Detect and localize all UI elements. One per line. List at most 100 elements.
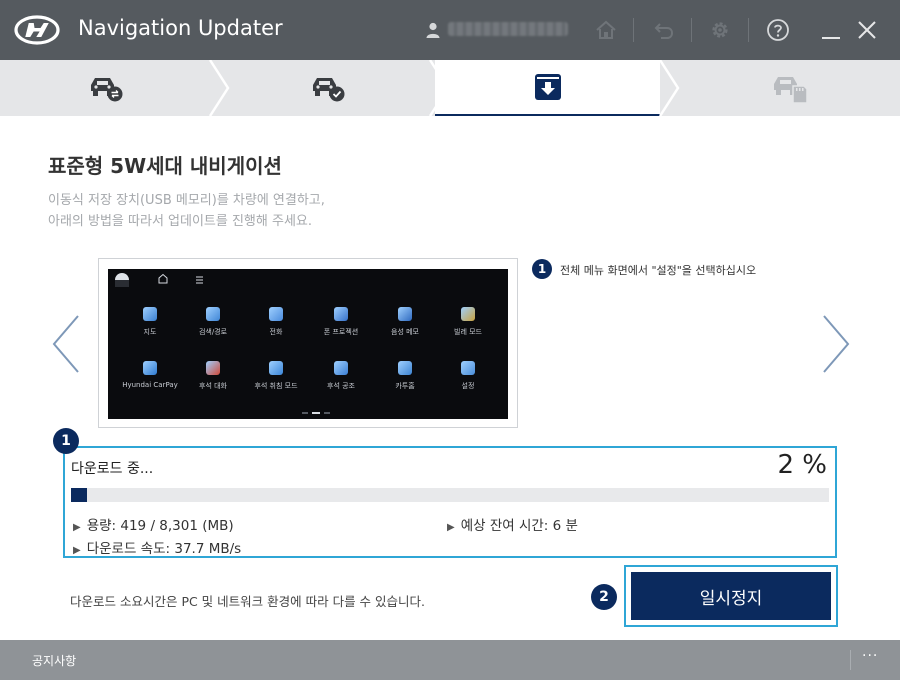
title-separator bbox=[748, 18, 749, 42]
progress-step-badge: 1 bbox=[53, 428, 79, 454]
help-icon bbox=[767, 19, 789, 41]
step-divider bbox=[658, 60, 680, 116]
minimize-button[interactable] bbox=[815, 14, 847, 46]
home-icon bbox=[596, 20, 616, 39]
settings-button[interactable] bbox=[704, 14, 736, 46]
description-line-2: 아래의 방법을 따라서 업데이트를 진행해 주세요. bbox=[48, 214, 312, 229]
download-remaining-text: 예상 잔여 시간: 6 분 bbox=[460, 518, 578, 534]
car-sync-icon bbox=[91, 78, 123, 102]
head-unit-screen: 지도 검색/경로 전화 폰 프로젝션 음성 메모 빌레 모드 Hyundai CarPay 후… bbox=[108, 269, 508, 419]
guide-step-caption: 전체 메뉴 화면에서 "설정"을 선택하십시오 bbox=[560, 264, 757, 277]
head-unit-app: Hyundai CarPay bbox=[114, 361, 186, 389]
undo-icon bbox=[654, 23, 674, 39]
app-icon bbox=[143, 361, 157, 375]
footer-bar: 공지사항 ··· bbox=[0, 640, 900, 680]
app-label: 음성 메모 bbox=[391, 328, 419, 336]
footer-separator bbox=[850, 650, 851, 670]
title-bar: Navigation Updater bbox=[0, 0, 900, 60]
app-icon bbox=[206, 307, 220, 321]
head-unit-app: 검색/경로 bbox=[177, 307, 249, 337]
download-speed-text: 다운로드 속도: 37.7 MB/s bbox=[86, 541, 242, 557]
download-capacity-text: 용량: 419 / 8,301 (MB) bbox=[86, 518, 234, 534]
home-button[interactable] bbox=[590, 14, 622, 46]
close-icon bbox=[858, 21, 876, 39]
head-unit-app: 카투홈 bbox=[369, 361, 441, 391]
bullet-triangle-icon: ▶ bbox=[73, 522, 81, 533]
app-label: 폰 프로젝션 bbox=[323, 328, 359, 336]
bullet-triangle-icon: ▶ bbox=[73, 545, 81, 556]
head-unit-app: 빌레 모드 bbox=[432, 307, 504, 337]
pause-step-badge: 2 bbox=[591, 584, 617, 610]
download-status: 다운로드 중... bbox=[71, 461, 154, 477]
back-button[interactable] bbox=[648, 14, 680, 46]
guide-screenshot: 지도 검색/경로 전화 폰 프로젝션 음성 메모 빌레 모드 Hyundai CarPay 후… bbox=[98, 258, 518, 428]
head-unit-app: 폰 프로젝션 bbox=[305, 307, 377, 337]
app-label: 전화 bbox=[269, 328, 283, 336]
page-indicator bbox=[302, 412, 330, 414]
step-download bbox=[435, 60, 660, 116]
head-unit-app: 후석 대화 bbox=[177, 361, 249, 391]
car-check-icon bbox=[313, 78, 345, 102]
app-label: 후석 공조 bbox=[327, 382, 355, 390]
head-unit-app: 후석 공조 bbox=[305, 361, 377, 391]
previous-arrow-icon[interactable] bbox=[50, 314, 82, 374]
app-icon bbox=[206, 361, 220, 375]
app-label: Hyundai CarPay bbox=[122, 381, 178, 389]
download-capacity: ▶ 용량: 419 / 8,301 (MB) bbox=[73, 514, 234, 534]
car-sd-card-icon bbox=[774, 77, 808, 104]
download-box-icon bbox=[534, 74, 561, 100]
next-arrow-icon[interactable] bbox=[820, 314, 852, 374]
app-icon bbox=[461, 307, 475, 321]
title-separator bbox=[691, 18, 692, 42]
step-verify-car bbox=[222, 60, 434, 116]
head-unit-app: 음성 메모 bbox=[369, 307, 441, 337]
minimize-icon bbox=[822, 37, 840, 39]
app-icon bbox=[398, 307, 412, 321]
app-icon bbox=[461, 361, 475, 375]
app-icon bbox=[334, 361, 348, 375]
app-icon bbox=[269, 307, 283, 321]
download-time-note: 다운로드 소요시간은 PC 및 네트워크 환경에 따라 다를 수 있습니다. bbox=[70, 594, 426, 609]
progress-bar bbox=[71, 488, 829, 502]
more-menu-icon[interactable]: ··· bbox=[862, 648, 886, 670]
page-title: 표준형 5W세대 내비게이션 bbox=[48, 154, 282, 178]
bullet-triangle-icon: ▶ bbox=[447, 522, 455, 533]
hyundai-logo-icon bbox=[14, 15, 60, 45]
app-label: 후석 취침 모드 bbox=[254, 382, 298, 390]
app-label: 카투홈 bbox=[395, 382, 415, 390]
user-name bbox=[448, 22, 568, 36]
app-icon bbox=[398, 361, 412, 375]
app-icon bbox=[143, 307, 157, 321]
app-icon bbox=[269, 361, 283, 375]
notice-link[interactable]: 공지사항 bbox=[32, 652, 76, 669]
app-label: 지도 bbox=[143, 328, 157, 336]
head-unit-app: 지도 bbox=[114, 307, 186, 337]
gear-icon bbox=[712, 22, 728, 38]
step-connect-car bbox=[0, 60, 212, 116]
head-unit-app: 설정 bbox=[432, 361, 504, 391]
pause-button-highlight: 일시정지 bbox=[624, 565, 838, 627]
download-remaining: ▶ 예상 잔여 시간: 6 분 bbox=[447, 514, 578, 534]
app-label: 검색/경로 bbox=[198, 328, 228, 336]
pause-button[interactable]: 일시정지 bbox=[631, 572, 831, 620]
help-button[interactable] bbox=[762, 14, 794, 46]
app-label: 후석 대화 bbox=[199, 382, 227, 390]
app-icon bbox=[334, 307, 348, 321]
title-separator bbox=[633, 18, 634, 42]
head-unit-topbar bbox=[115, 273, 203, 287]
app-title: Navigation Updater bbox=[78, 16, 283, 40]
step-install bbox=[680, 60, 900, 116]
user-icon bbox=[426, 22, 440, 38]
description-line-1: 이동식 저장 장치(USB 메모리)를 차량에 연결하고, bbox=[48, 193, 325, 208]
head-unit-app: 후석 취침 모드 bbox=[240, 361, 312, 391]
close-button[interactable] bbox=[851, 14, 883, 46]
progress-bar-fill bbox=[71, 488, 87, 502]
app-label: 빌레 모드 bbox=[454, 328, 482, 336]
download-speed: ▶ 다운로드 속도: 37.7 MB/s bbox=[73, 537, 241, 557]
step-bar bbox=[0, 60, 900, 116]
head-unit-app: 전화 bbox=[240, 307, 312, 337]
download-progress-panel: 다운로드 중... 2 % ▶ 용량: 419 / 8,301 (MB) ▶ 예상 … bbox=[63, 446, 837, 558]
download-percent: 2 % bbox=[777, 450, 827, 480]
guide-step-badge: 1 bbox=[532, 259, 552, 279]
app-label: 설정 bbox=[461, 382, 475, 390]
